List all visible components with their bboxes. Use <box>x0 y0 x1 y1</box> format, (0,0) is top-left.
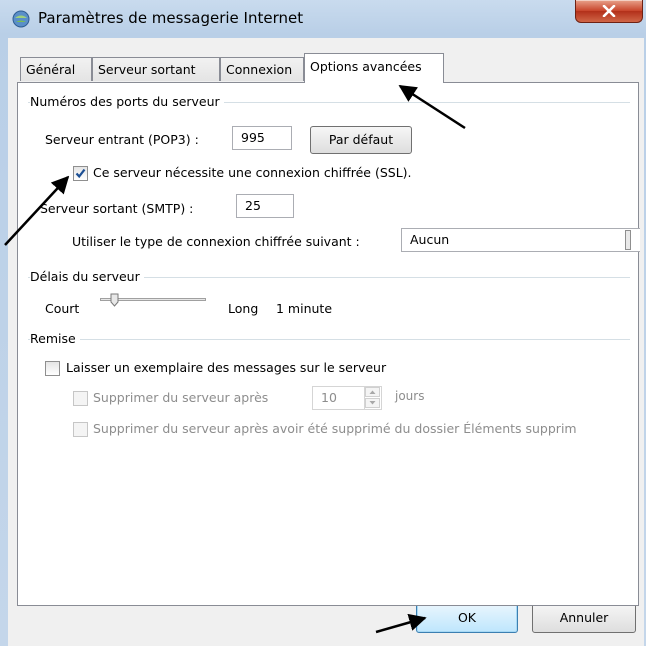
arrow-to-ok-button <box>375 613 427 634</box>
arrow-to-advanced-tab <box>398 84 466 130</box>
dialog-window: Paramètres de messagerie Internet Généra… <box>0 0 646 646</box>
arrow-to-ssl-checkbox <box>4 175 70 246</box>
annotation-arrows <box>4 84 466 634</box>
